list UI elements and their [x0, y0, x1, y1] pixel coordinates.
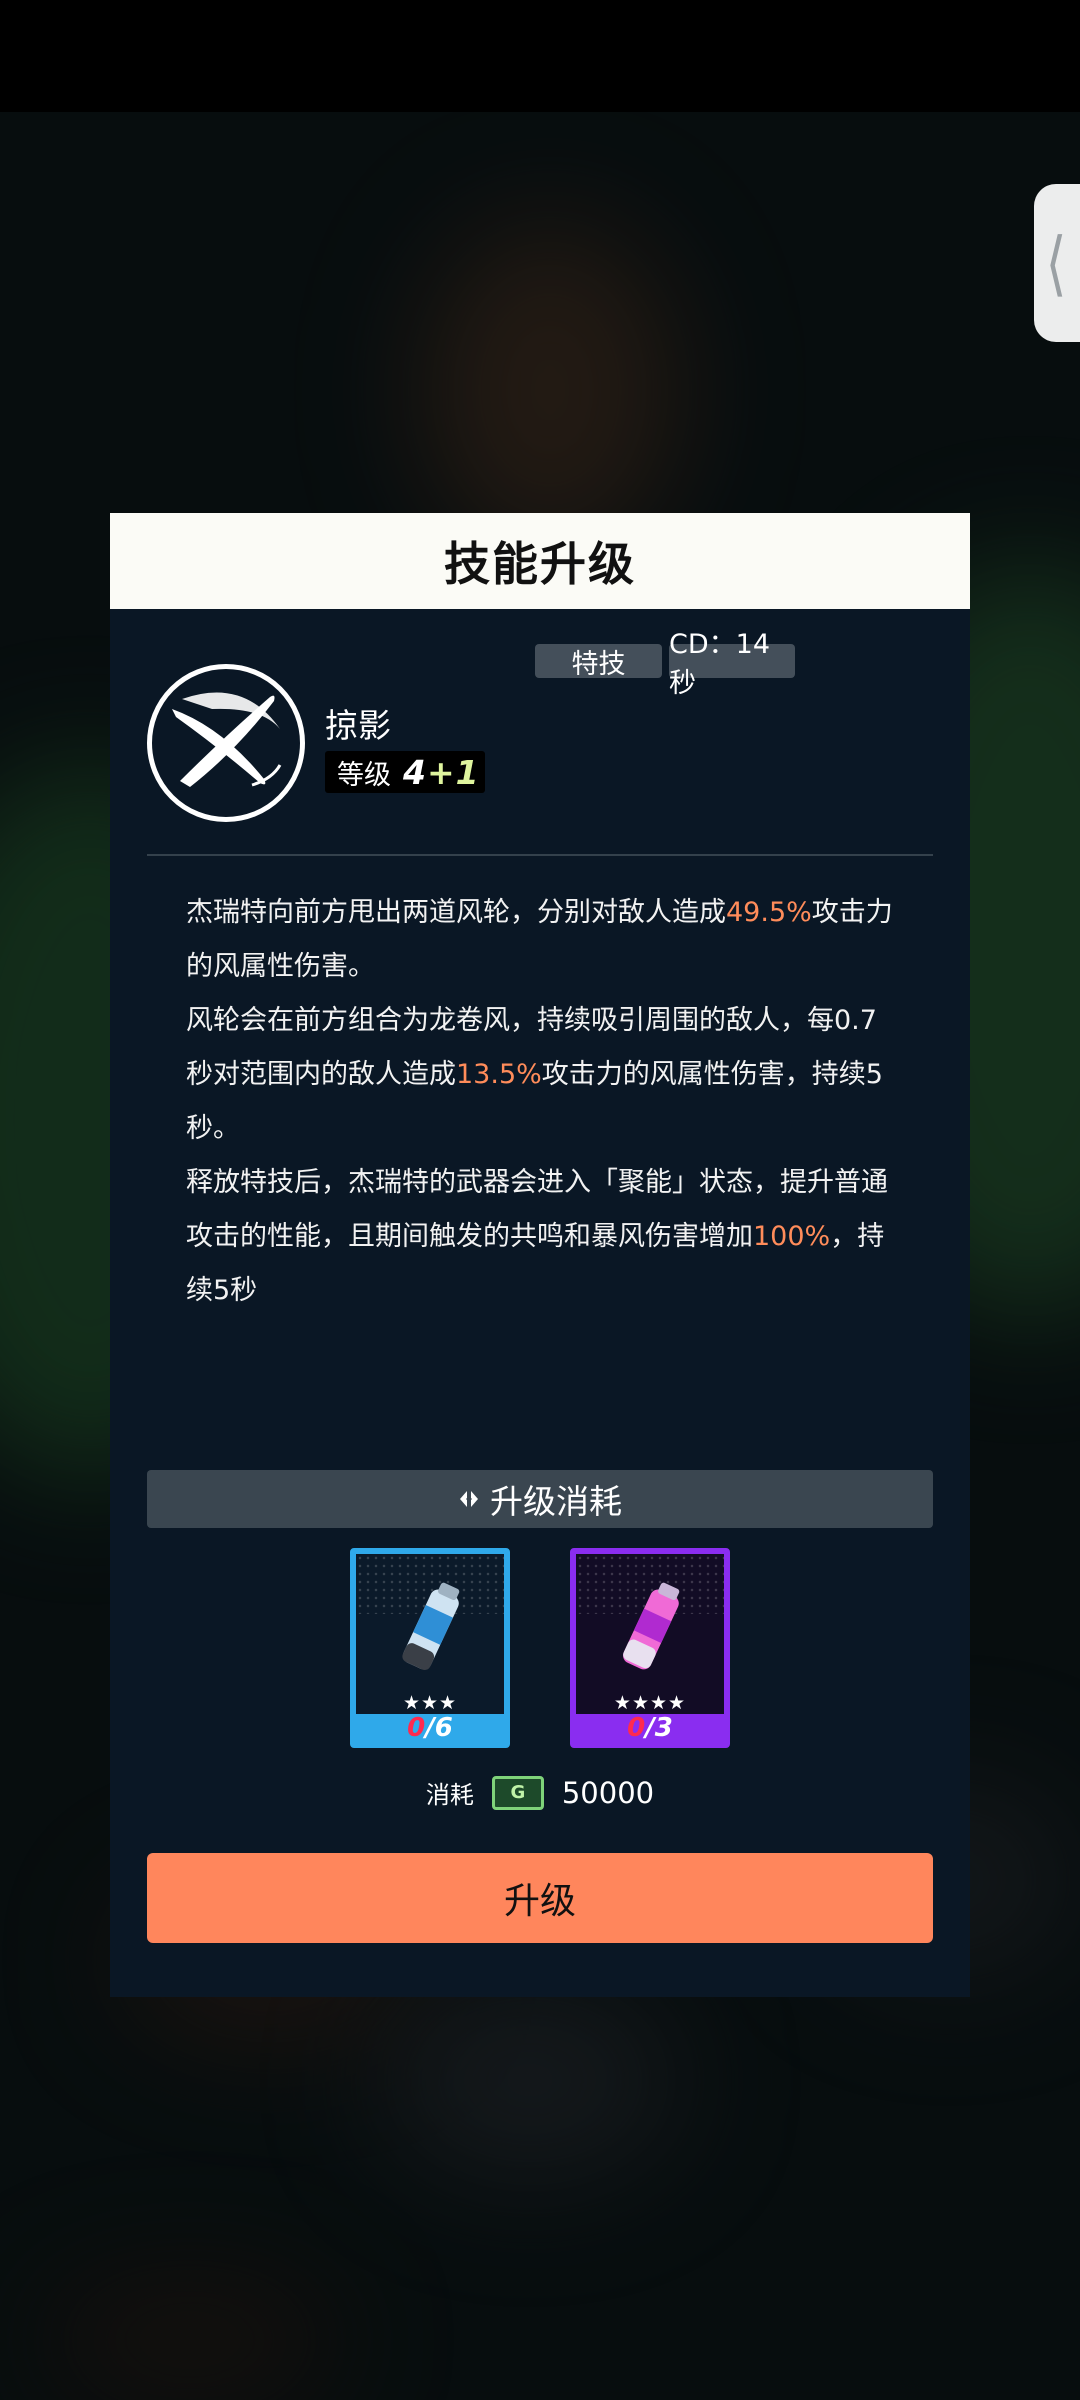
- material-item[interactable]: ★★★★ 0/3: [570, 1548, 730, 1748]
- upgrade-cost-header: 升级消耗: [147, 1470, 933, 1528]
- coin-cost-label: 消耗: [425, 1781, 474, 1809]
- status-bar: [0, 0, 1080, 112]
- coin-cost: 消耗 G 50000: [110, 1775, 970, 1810]
- description-highlight: 49.5%: [726, 897, 812, 928]
- item-required: /3: [645, 1713, 673, 1743]
- purple-canister-icon: [623, 1582, 680, 1670]
- skill-type-tag: 特技: [535, 644, 662, 680]
- level-value: 4+1: [403, 753, 480, 792]
- upgrade-button[interactable]: 升级: [147, 1853, 933, 1943]
- item-required: /6: [425, 1713, 453, 1743]
- crossed-blades-icon: [147, 664, 305, 822]
- skill-name: 掠影: [325, 706, 391, 745]
- level-bonus: +1: [426, 752, 480, 792]
- chevron-left-icon: ⟨: [1045, 222, 1067, 304]
- skill-tags: 特技 CD：14秒: [535, 629, 795, 699]
- cooldown-tag: CD：14秒: [669, 629, 795, 699]
- item-owned: 0: [627, 1713, 646, 1743]
- level-label: 等级: [337, 759, 391, 791]
- item-rarity-stars: ★★★: [402, 1692, 458, 1714]
- dialog-title: 技能升级: [444, 537, 636, 591]
- description-paragraph: 风轮会在前方组合为龙卷风，持续吸引周围的敌人，每0.7秒对范围内的敌人造成13.…: [186, 994, 898, 1156]
- description-highlight: 13.5%: [456, 1059, 542, 1090]
- description-text: 杰瑞特向前方甩出两道风轮，分别对敌人造成: [186, 897, 726, 928]
- level-base: 4: [403, 752, 427, 792]
- item-rarity-stars: ★★★★: [613, 1692, 687, 1714]
- skill-upgrade-dialog: 技能升级 特技 CD：14秒 掠影 等级 4+1 杰瑞特向前方甩出两道风轮，分别…: [110, 513, 970, 1997]
- currency-icon: G: [491, 1775, 544, 1810]
- item-owned: 0: [407, 1713, 426, 1743]
- upgrade-cost-title: 升级消耗: [490, 1482, 622, 1521]
- side-drawer-tab[interactable]: ⟨: [1034, 184, 1080, 342]
- skill-description: 杰瑞特向前方甩出两道风轮，分别对敌人造成49.5%攻击力的风属性伤害。 风轮会在…: [186, 886, 898, 1318]
- material-item[interactable]: ★★★ 0/6: [350, 1548, 510, 1748]
- description-paragraph: 杰瑞特向前方甩出两道风轮，分别对敌人造成49.5%攻击力的风属性伤害。: [186, 886, 898, 994]
- item-count: 0/3: [576, 1714, 724, 1742]
- coin-cost-value: 50000: [561, 1775, 655, 1810]
- skill-level: 等级 4+1: [325, 751, 485, 793]
- item-count: 0/6: [356, 1714, 504, 1742]
- diamond-arrows-icon: [460, 1491, 478, 1507]
- divider: [147, 854, 933, 856]
- blue-canister-icon: [402, 1582, 460, 1671]
- dialog-header: 技能升级: [110, 513, 970, 609]
- description-paragraph: 释放特技后，杰瑞特的武器会进入「聚能」状态，提升普通攻击的性能，且期间触发的共鸣…: [186, 1156, 898, 1318]
- description-highlight: 100%: [753, 1221, 831, 1252]
